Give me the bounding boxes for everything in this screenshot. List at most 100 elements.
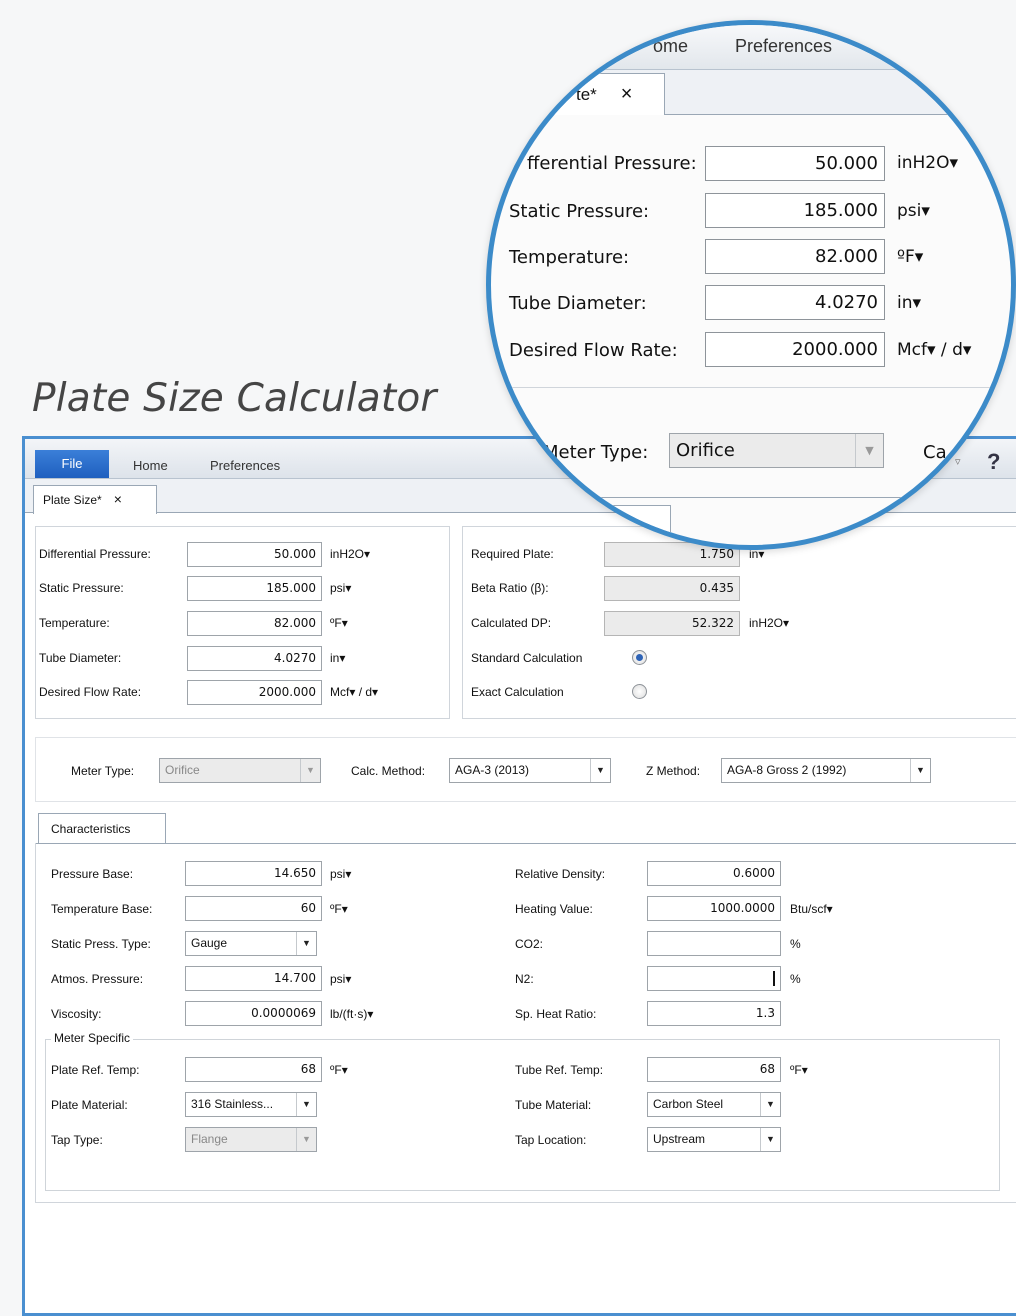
differential-pressure-unit[interactable]: inH2O▾ — [330, 547, 370, 561]
heating-value-input[interactable]: 1000.0000 — [647, 896, 781, 921]
chevron-down-icon[interactable]: ▼ — [590, 759, 610, 782]
magnified-static-pressure-unit[interactable]: psi▾ — [897, 201, 930, 221]
static-press-type-select[interactable]: Gauge ▼ — [185, 931, 317, 956]
calc-method-value: AGA-3 (2013) — [455, 763, 530, 777]
magnified-temperature-label: Temperature: — [509, 247, 630, 268]
co2-input[interactable] — [647, 931, 781, 956]
tube-material-value: Carbon Steel — [653, 1097, 724, 1111]
relative-density-input[interactable]: 0.6000 — [647, 861, 781, 886]
magnified-desired-flow-rate-input[interactable]: 2000.000 — [705, 332, 885, 367]
standard-calculation-label: Standard Calculation — [471, 651, 583, 665]
tab-plate-size[interactable]: Plate Size* × — [33, 485, 157, 514]
magnified-tube-diameter-input[interactable]: 4.0270 — [705, 285, 885, 320]
plate-ref-temp-input[interactable]: 68 — [185, 1057, 322, 1082]
pressure-base-unit[interactable]: psi▾ — [330, 867, 351, 881]
sp-heat-ratio-label: Sp. Heat Ratio: — [515, 1007, 597, 1021]
desired-flow-rate-unit[interactable]: Mcf▾ / d▾ — [330, 685, 378, 699]
tap-type-label: Tap Type: — [51, 1133, 103, 1147]
n2-input[interactable] — [647, 966, 781, 991]
calculated-dp-unit[interactable]: inH2O▾ — [749, 616, 789, 630]
temperature-base-unit[interactable]: ºF▾ — [330, 902, 348, 916]
tube-diameter-unit[interactable]: in▾ — [330, 651, 345, 665]
tube-ref-temp-unit[interactable]: ºF▾ — [790, 1063, 808, 1077]
magnified-temperature-unit[interactable]: ºF▾ — [897, 247, 923, 267]
beta-ratio-output: 0.435 — [604, 576, 740, 601]
tube-material-label: Tube Material: — [515, 1098, 592, 1112]
magnified-tab-plate-size[interactable]: te* × — [515, 73, 665, 115]
chevron-down-icon[interactable]: ▼ — [760, 1128, 780, 1151]
home-menu[interactable]: Home — [133, 458, 168, 473]
desired-flow-rate-input[interactable]: 2000.000 — [187, 680, 322, 705]
calc-method-select[interactable]: AGA-3 (2013) ▼ — [449, 758, 611, 783]
chevron-down-icon[interactable]: ▼ — [760, 1093, 780, 1116]
heating-value-unit[interactable]: Btu/scf▾ — [790, 902, 833, 916]
temperature-base-input[interactable]: 60 — [185, 896, 322, 921]
magnified-menu-bar: ome Preferences — [491, 25, 1011, 70]
static-pressure-input[interactable]: 185.000 — [187, 576, 322, 601]
magnified-tube-diameter-label: Tube Diameter: — [509, 293, 647, 314]
static-press-type-value: Gauge — [191, 936, 228, 950]
tube-diameter-input[interactable]: 4.0270 — [187, 646, 322, 671]
standard-calculation-radio[interactable] — [632, 650, 647, 665]
chevron-down-icon[interactable]: ▼ — [910, 759, 930, 782]
temperature-base-label: Temperature Base: — [51, 902, 153, 916]
n2-unit: % — [790, 972, 801, 986]
chevron-down-icon[interactable]: ▼ — [296, 1128, 316, 1151]
tap-type-select[interactable]: Flange ▼ — [185, 1127, 317, 1152]
close-icon[interactable]: × — [114, 491, 122, 507]
plate-ref-temp-label: Plate Ref. Temp: — [51, 1063, 140, 1077]
chevron-down-icon[interactable]: ▼ — [855, 434, 883, 467]
sp-heat-ratio-input[interactable]: 1.3 — [647, 1001, 781, 1026]
magnified-desired-flow-rate-unit[interactable]: Mcf▾ / d▾ — [897, 340, 971, 360]
temperature-input[interactable]: 82.000 — [187, 611, 322, 636]
magnified-differential-pressure-label: fferential Pressure: — [527, 153, 697, 174]
atmos-pressure-input[interactable]: 14.700 — [185, 966, 322, 991]
close-icon[interactable]: × — [621, 83, 633, 105]
magnified-tube-diameter-unit[interactable]: in▾ — [897, 293, 921, 313]
magnified-meter-type-select[interactable]: Orifice ▼ — [669, 433, 884, 468]
magnified-divider — [491, 387, 1011, 388]
page-title: Plate Size Calculator — [32, 376, 437, 421]
co2-unit: % — [790, 937, 801, 951]
viscosity-unit[interactable]: lb/(ft·s)▾ — [330, 1007, 373, 1021]
required-plate-label: Required Plate: — [471, 547, 554, 561]
desired-flow-rate-label: Desired Flow Rate: — [39, 685, 142, 699]
z-method-select[interactable]: AGA-8 Gross 2 (1992) ▼ — [721, 758, 931, 783]
tube-ref-temp-input[interactable]: 68 — [647, 1057, 781, 1082]
static-press-type-label: Static Press. Type: — [51, 937, 151, 951]
viscosity-input[interactable]: 0.0000069 — [185, 1001, 322, 1026]
plate-ref-temp-unit[interactable]: ºF▾ — [330, 1063, 348, 1077]
static-pressure-unit[interactable]: psi▾ — [330, 581, 351, 595]
relative-density-label: Relative Density: — [515, 867, 606, 881]
magnified-static-pressure-input[interactable]: 185.000 — [705, 193, 885, 228]
chevron-down-icon[interactable]: ▼ — [300, 759, 320, 782]
magnified-temperature-input[interactable]: 82.000 — [705, 239, 885, 274]
magnifier-callout: ome Preferences te* × fferential Pressure… — [486, 20, 1016, 550]
preferences-menu[interactable]: Preferences — [210, 458, 280, 473]
chevron-down-icon[interactable]: ▼ — [296, 932, 316, 955]
calculated-dp-output: 52.322 — [604, 611, 740, 636]
text-cursor — [773, 971, 775, 986]
chevron-down-icon[interactable]: ▼ — [296, 1093, 316, 1116]
app-window: File Home Preferences Plate Size* × Diffe… — [22, 436, 1016, 1316]
static-pressure-label: Static Pressure: — [39, 581, 124, 595]
pressure-base-input[interactable]: 14.650 — [185, 861, 322, 886]
atmos-pressure-unit[interactable]: psi▾ — [330, 972, 351, 986]
exact-calculation-radio[interactable] — [632, 684, 647, 699]
heating-value-label: Heating Value: — [515, 902, 593, 916]
plate-material-select[interactable]: 316 Stainless... ▼ — [185, 1092, 317, 1117]
magnified-differential-pressure-unit[interactable]: inH2O▾ — [897, 153, 958, 173]
tap-type-value: Flange — [191, 1132, 228, 1146]
z-method-label: Z Method: — [646, 764, 701, 778]
temperature-unit[interactable]: ºF▾ — [330, 616, 348, 630]
meter-type-select[interactable]: Orifice ▼ — [159, 758, 321, 783]
file-menu-button[interactable]: File — [35, 450, 109, 478]
magnified-preferences-menu[interactable]: Preferences — [735, 36, 832, 57]
tube-material-select[interactable]: Carbon Steel ▼ — [647, 1092, 781, 1117]
tap-location-select[interactable]: Upstream ▼ — [647, 1127, 781, 1152]
magnified-differential-pressure-input[interactable]: 50.000 — [705, 146, 885, 181]
tab-characteristics[interactable]: Characteristics — [38, 813, 166, 844]
differential-pressure-input[interactable]: 50.000 — [187, 542, 322, 567]
magnified-meter-type-label: Meter Type: — [543, 442, 649, 463]
magnified-home-menu[interactable]: ome — [653, 36, 688, 57]
